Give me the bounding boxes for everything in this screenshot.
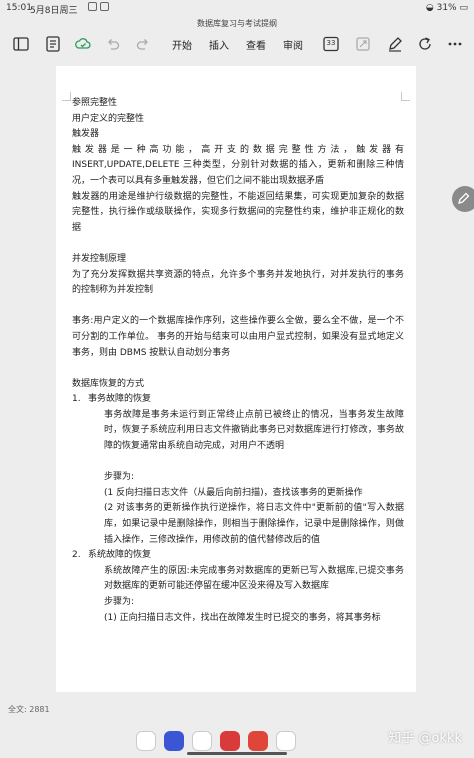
pen-icon[interactable] [386,35,404,53]
paragraph: 事务:用户定义的一个数据库操作序列，这些操作要么全做，要么全不做，是一个不可分割… [72,316,404,358]
tab-home[interactable]: 开始 [172,37,192,52]
more-icon[interactable] [446,35,464,53]
paragraph: 参照完整性 [72,98,118,108]
dock-app-icon[interactable] [248,731,268,751]
word-count: 全文: 2881 [8,705,50,714]
page-count-icon[interactable]: 33 [322,35,340,53]
empty-line [72,236,404,252]
cloud-sync-icon[interactable] [74,35,92,53]
status-date: 5月8日周三 [30,6,78,16]
paragraph: 用户定义的完整性 [72,113,145,124]
floating-edit-button[interactable] [452,186,474,212]
step-item: (1) 正向扫描日志文件，找出在故障发生时已提交的事务，将其事务标 [104,612,381,623]
tab-view[interactable]: 查看 [246,37,266,52]
document-body[interactable]: 参照完整性 用户定义的完整性 触发器 触发器是一种高功能，高开支的数据完整性方法… [72,96,404,626]
wifi-icon: ◒ [425,3,434,13]
dock-app-icon[interactable] [136,731,156,751]
list-item: 2. 系统故障的恢复 系统故障产生的原因:未完成事务对数据库的更新已写入数据库,已… [72,548,404,626]
home-indicator[interactable] [187,752,287,755]
page-count-badge: 33 [326,39,336,47]
list-item-body: 事务故障是事务未运行到正常终止点前已被终止的情况，当事务发生故障时，恢复子系统应… [88,408,404,548]
undo-icon[interactable] [104,35,122,53]
margin-marker [62,92,71,101]
share-icon[interactable] [416,35,434,53]
empty-line [72,361,404,377]
document-page[interactable]: 参照完整性 用户定义的完整性 触发器 触发器是一种高功能，高开支的数据完整性方法… [56,66,416,692]
dock-app-icon[interactable] [276,731,296,751]
paragraph: 为了充分发挥数据共享资源的特点，允许多个事务并发地执行，对并发执行的事务的控制称… [72,269,404,296]
list-item: 1. 事务故障的恢复 事务故障是事务未运行到正常终止点前已被终止的情况，当事务发生… [72,392,404,548]
toolbar: 开始 插入 查看 审阅 33 [0,31,474,57]
empty-line [72,299,404,315]
tab-review[interactable]: 审阅 [283,37,303,52]
list-title-text: 系统故障的恢复 [88,550,152,561]
notification-icon [88,2,97,11]
sidebar-icon[interactable] [12,35,30,53]
list-number: 1. [72,394,81,405]
watermark: 知乎 @okkk [388,731,462,746]
list-title-text: 事务故障的恢复 [88,394,152,405]
paragraph: 事务故障是事务未运行到正常终止点前已被终止的情况，当事务发生故障时，恢复子系统应… [104,409,404,452]
redo-icon[interactable] [134,35,152,53]
step-item: (1 反向扫描日志文件（从最后向前扫描)，查找该事务的更新操作 [104,487,363,498]
list-item-body: 系统故障产生的原因:未完成事务对数据库的更新已写入数据库,已提交事务对数据库的更… [88,564,404,626]
dock-app-icon[interactable] [192,731,212,751]
section-heading: 并发控制原理 [72,253,127,264]
dock-app-icon[interactable] [220,731,240,751]
dock-app-icon[interactable] [164,731,184,751]
section-heading: 数据库恢复的方式 [72,378,145,389]
pen-icon [458,192,470,204]
document-title: 数据库复习与考试提纲 [197,19,277,28]
notification-icon [100,2,109,11]
paragraph: 系统故障产生的原因:未完成事务对数据库的更新已写入数据库,已提交事务对数据库的更… [104,565,404,592]
battery-indicator: ◒ 31% ▭ [426,3,468,13]
tab-insert[interactable]: 插入 [209,37,229,52]
paragraph: 触发器是一种高功能，高开支的数据完整性方法，触发器有INSERT,UPDATE,… [72,144,404,186]
ai-icon[interactable] [354,35,372,53]
paragraph: 触发器 [72,129,100,140]
steps-label: 步骤为: [104,597,135,607]
empty-line [104,455,404,471]
steps-label: 步骤为: [104,472,135,483]
list-item-title: 1. 事务故障的恢复 [72,392,404,408]
list-number: 2. [72,550,81,561]
footer-status-bar: 全文: 2881 [0,702,474,716]
status-bar: 15:01 5月8日周三 ◒ 31% ▭ [0,0,474,16]
paragraph: 触发器的用途是维护行级数据的完整性，不能返回结果集，可实现更加复杂的数据完整性，… [72,191,404,233]
battery-icon: ▭ [459,3,468,13]
list-item-title: 2. 系统故障的恢复 [72,548,404,564]
step-item: (2 对该事务的更新操作执行逆操作，将日志文件中"更新前的值"写入数据库，如果记… [104,503,404,545]
status-time: 15:01 [6,3,32,13]
document-icon[interactable] [44,35,62,53]
battery-level: 31% [436,3,457,13]
